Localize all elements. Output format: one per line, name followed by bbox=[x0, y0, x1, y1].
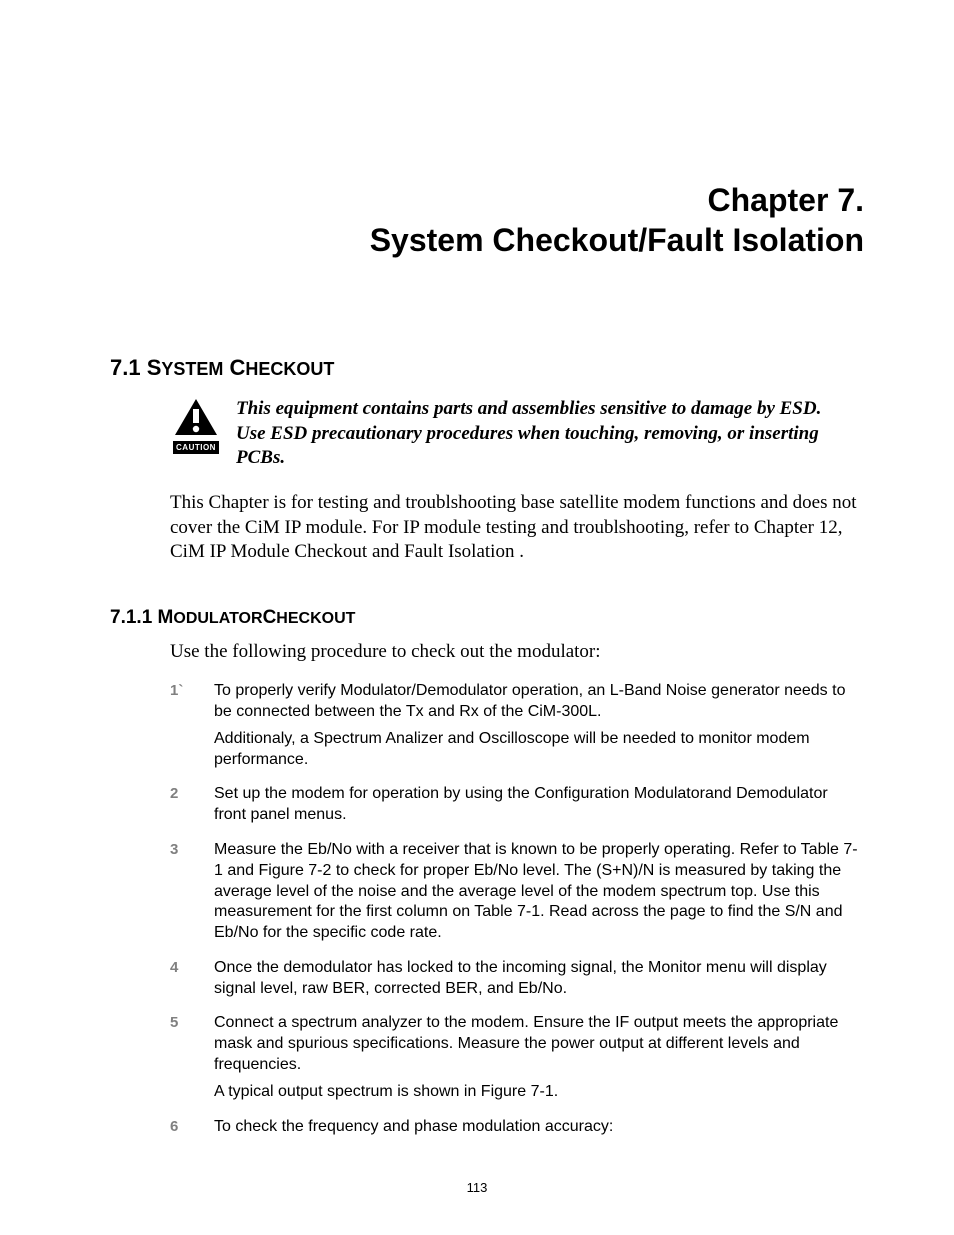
step-row: 2Set up the modem for operation by using… bbox=[170, 784, 864, 826]
step-body: Once the demodulator has locked to the i… bbox=[214, 958, 864, 1000]
subsection-title-cap2: C bbox=[263, 607, 277, 628]
page-number: 113 bbox=[0, 1180, 954, 1195]
step-paragraph: Once the demodulator has locked to the i… bbox=[214, 958, 864, 1000]
step-paragraph: To properly verify Modulator/Demodulator… bbox=[214, 681, 864, 723]
step-number: 2 bbox=[170, 784, 214, 802]
subsection-title-cap1: M bbox=[158, 607, 174, 628]
step-row: 3Measure the Eb/No with a receiver that … bbox=[170, 840, 864, 944]
step-paragraph: Set up the modem for operation by using … bbox=[214, 784, 864, 826]
step-paragraph: A typical output spectrum is shown in Fi… bbox=[214, 1082, 864, 1103]
intro-paragraph: This Chapter is for testing and troublsh… bbox=[170, 491, 864, 565]
procedure-intro: Use the following procedure to check out… bbox=[170, 641, 864, 663]
subsection-title-small1: ODULATOR bbox=[173, 610, 262, 627]
step-body: Measure the Eb/No with a receiver that i… bbox=[214, 840, 864, 944]
subsection-number: 7.1.1 bbox=[110, 607, 152, 628]
document-page: Chapter 7. System Checkout/Fault Isolati… bbox=[0, 0, 954, 1235]
step-body: To check the frequency and phase modulat… bbox=[214, 1117, 864, 1138]
subsection-title-small2: HECKOUT bbox=[276, 610, 355, 627]
step-paragraph: To check the frequency and phase modulat… bbox=[214, 1117, 864, 1138]
step-row: 5Connect a spectrum analyzer to the mode… bbox=[170, 1013, 864, 1102]
step-number: 6 bbox=[170, 1117, 214, 1135]
caution-text: This equipment contains parts and assemb… bbox=[236, 397, 864, 471]
step-number: 1` bbox=[170, 681, 214, 699]
caution-label: CAUTION bbox=[173, 441, 219, 454]
section-title-cap2: C bbox=[223, 355, 245, 380]
step-paragraph: Connect a spectrum analyzer to the modem… bbox=[214, 1013, 864, 1075]
section-title-cap1: S bbox=[147, 355, 162, 380]
caution-icon: CAUTION bbox=[170, 397, 222, 455]
subsection-heading: 7.1.1 MODULATORCHECKOUT bbox=[110, 607, 864, 629]
step-body: To properly verify Modulator/Demodulator… bbox=[214, 681, 864, 770]
step-row: 6To check the frequency and phase modula… bbox=[170, 1117, 864, 1138]
steps-list: 1`To properly verify Modulator/Demodulat… bbox=[110, 681, 864, 1137]
section-title-small1: YSTEM bbox=[161, 359, 223, 379]
step-row: 1`To properly verify Modulator/Demodulat… bbox=[170, 681, 864, 770]
caution-block: CAUTION This equipment contains parts an… bbox=[170, 397, 864, 471]
chapter-title: Chapter 7. System Checkout/Fault Isolati… bbox=[110, 180, 864, 260]
section-title-small2: HECKOUT bbox=[245, 359, 334, 379]
section-heading: 7.1 SYSTEM CHECKOUT bbox=[110, 355, 864, 381]
step-number: 5 bbox=[170, 1013, 214, 1031]
step-row: 4Once the demodulator has locked to the … bbox=[170, 958, 864, 1000]
step-paragraph: Additionaly, a Spectrum Analizer and Osc… bbox=[214, 729, 864, 771]
step-number: 3 bbox=[170, 840, 214, 858]
step-body: Connect a spectrum analyzer to the modem… bbox=[214, 1013, 864, 1102]
chapter-number: Chapter 7. bbox=[708, 182, 864, 218]
step-body: Set up the modem for operation by using … bbox=[214, 784, 864, 826]
step-paragraph: Measure the Eb/No with a receiver that i… bbox=[214, 840, 864, 944]
step-number: 4 bbox=[170, 958, 214, 976]
section-number: 7.1 bbox=[110, 355, 141, 380]
chapter-name: System Checkout/Fault Isolation bbox=[370, 222, 864, 258]
